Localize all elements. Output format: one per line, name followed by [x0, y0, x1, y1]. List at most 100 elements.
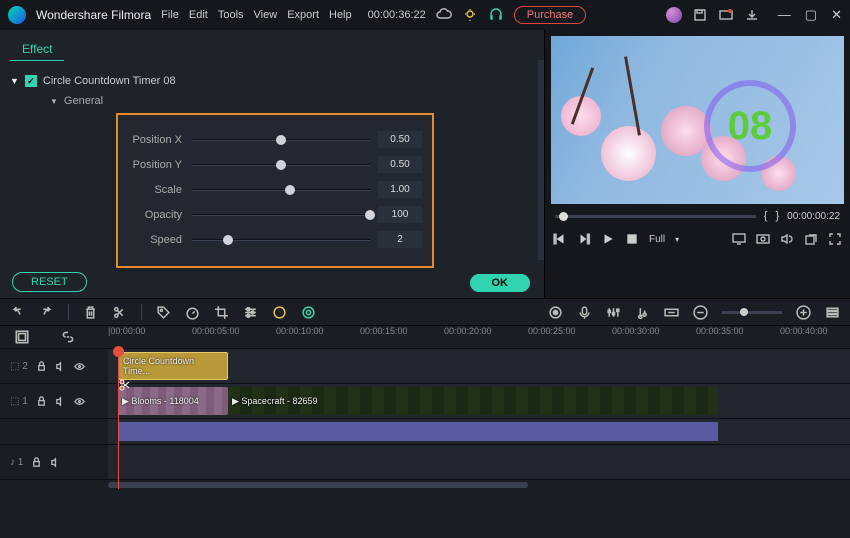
- menu-help[interactable]: Help: [329, 9, 352, 21]
- video-clip-b[interactable]: ▶ Spacecraft - 82659: [228, 387, 718, 415]
- eye-icon[interactable]: [74, 361, 85, 372]
- track-header: ⬚ 2: [0, 361, 108, 372]
- undo-icon[interactable]: [10, 305, 25, 320]
- color-icon[interactable]: [272, 305, 287, 320]
- minimize-button[interactable]: —: [778, 7, 791, 23]
- display-icon[interactable]: [732, 232, 746, 246]
- eye-icon[interactable]: [74, 396, 85, 407]
- tracks-icon[interactable]: [825, 305, 840, 320]
- quality-select[interactable]: Full: [649, 234, 665, 245]
- step-back-icon[interactable]: [577, 232, 591, 246]
- fit-icon[interactable]: [664, 305, 679, 320]
- app-name: Wondershare Filmora: [36, 8, 151, 22]
- bulb-icon[interactable]: [462, 7, 478, 23]
- scrub-slider[interactable]: [555, 215, 756, 218]
- zoomout-icon[interactable]: [693, 305, 708, 320]
- position-x-value[interactable]: 0.50: [378, 131, 422, 148]
- tag-icon[interactable]: [156, 305, 171, 320]
- maximize-button[interactable]: ▢: [805, 7, 817, 23]
- marker-icon[interactable]: [548, 305, 563, 320]
- effect-clip[interactable]: Circle Countdown Time...: [118, 352, 228, 380]
- opacity-value[interactable]: 100: [378, 206, 422, 223]
- mixer-icon[interactable]: [606, 305, 621, 320]
- menu-view[interactable]: View: [254, 9, 278, 21]
- reset-button[interactable]: RESET: [12, 272, 87, 292]
- headset-icon[interactable]: [488, 7, 504, 23]
- panel-scrollbar[interactable]: [538, 60, 544, 260]
- lock-icon[interactable]: [36, 396, 47, 407]
- voiceover-icon[interactable]: [577, 305, 592, 320]
- greenscreen-icon[interactable]: [301, 305, 316, 320]
- position-y-slider[interactable]: [192, 158, 370, 172]
- ruler-tick: 00:00:35:00: [696, 326, 744, 336]
- video-clip-a[interactable]: ▶ Blooms - 118004: [118, 387, 228, 415]
- mute-icon[interactable]: [50, 457, 61, 468]
- adjust-icon[interactable]: [243, 305, 258, 320]
- play-icon[interactable]: [601, 232, 615, 246]
- crop-icon[interactable]: [214, 305, 229, 320]
- audio-clip: [118, 422, 718, 441]
- message-icon[interactable]: [718, 7, 734, 23]
- position-x-slider[interactable]: [192, 133, 370, 147]
- link-icon[interactable]: [60, 329, 76, 345]
- param-label: Scale: [128, 184, 192, 196]
- brace-left[interactable]: {: [764, 210, 768, 222]
- param-label: Opacity: [128, 209, 192, 221]
- snap-icon[interactable]: [14, 329, 30, 345]
- snapshot-icon[interactable]: [756, 232, 770, 246]
- fullscreen-icon[interactable]: [828, 232, 842, 246]
- track-header: ⬚ 1: [0, 396, 108, 407]
- opacity-slider[interactable]: [192, 208, 370, 222]
- save-icon[interactable]: [692, 7, 708, 23]
- prev-frame-icon[interactable]: [553, 232, 567, 246]
- menu-tools[interactable]: Tools: [218, 9, 244, 21]
- ruler-tick: 00:00:15:00: [360, 326, 408, 336]
- effect-tab[interactable]: Effect: [10, 34, 64, 61]
- zoom-slider[interactable]: [722, 311, 782, 314]
- menu-export[interactable]: Export: [287, 9, 319, 21]
- countdown-overlay: 08: [704, 80, 796, 172]
- playhead[interactable]: [118, 348, 119, 489]
- split-icon[interactable]: [112, 305, 127, 320]
- delete-icon[interactable]: [83, 305, 98, 320]
- time-ruler[interactable]: |00:00:00 00:00:05:00 00:00:10:00 00:00:…: [0, 326, 850, 348]
- speed-icon[interactable]: [185, 305, 200, 320]
- param-label: Position Y: [128, 159, 192, 171]
- timeline-toolbar: [0, 298, 850, 326]
- orb-icon[interactable]: [666, 7, 682, 23]
- section-expand-icon[interactable]: ▼: [50, 97, 58, 106]
- mute-icon[interactable]: [55, 396, 66, 407]
- mute-icon[interactable]: [55, 361, 66, 372]
- ruler-tick: 00:00:30:00: [612, 326, 660, 336]
- lock-icon[interactable]: [31, 457, 42, 468]
- position-y-value[interactable]: 0.50: [378, 156, 422, 173]
- effect-title: Circle Countdown Timer 08: [43, 75, 176, 87]
- scale-slider[interactable]: [192, 183, 370, 197]
- popout-icon[interactable]: [804, 232, 818, 246]
- timeline-scrollbar[interactable]: [0, 479, 850, 489]
- track-header: ♪ 1: [0, 457, 108, 468]
- preview-video[interactable]: 08: [551, 36, 844, 204]
- zoomin-icon[interactable]: [796, 305, 811, 320]
- effect-checkbox[interactable]: ✓: [25, 75, 37, 87]
- scale-value[interactable]: 1.00: [378, 181, 422, 198]
- audio-icon[interactable]: [635, 305, 650, 320]
- speed-value[interactable]: 2: [378, 231, 422, 248]
- scissors-icon[interactable]: [118, 378, 132, 392]
- ruler-tick: 00:00:10:00: [276, 326, 324, 336]
- redo-icon[interactable]: [39, 305, 54, 320]
- purchase-button[interactable]: Purchase: [514, 6, 586, 24]
- volume-icon[interactable]: [780, 232, 794, 246]
- stop-icon[interactable]: [625, 232, 639, 246]
- menu-edit[interactable]: Edit: [189, 9, 208, 21]
- track-name: ♪ 1: [10, 457, 23, 468]
- lock-icon[interactable]: [36, 361, 47, 372]
- expand-icon[interactable]: ▼: [10, 76, 19, 86]
- close-button[interactable]: ✕: [831, 7, 842, 23]
- cloud-icon[interactable]: [436, 7, 452, 23]
- speed-slider[interactable]: [192, 233, 370, 247]
- brace-right[interactable]: }: [775, 210, 779, 222]
- download-icon[interactable]: [744, 7, 760, 23]
- menu-file[interactable]: File: [161, 9, 179, 21]
- ok-button[interactable]: OK: [470, 274, 531, 292]
